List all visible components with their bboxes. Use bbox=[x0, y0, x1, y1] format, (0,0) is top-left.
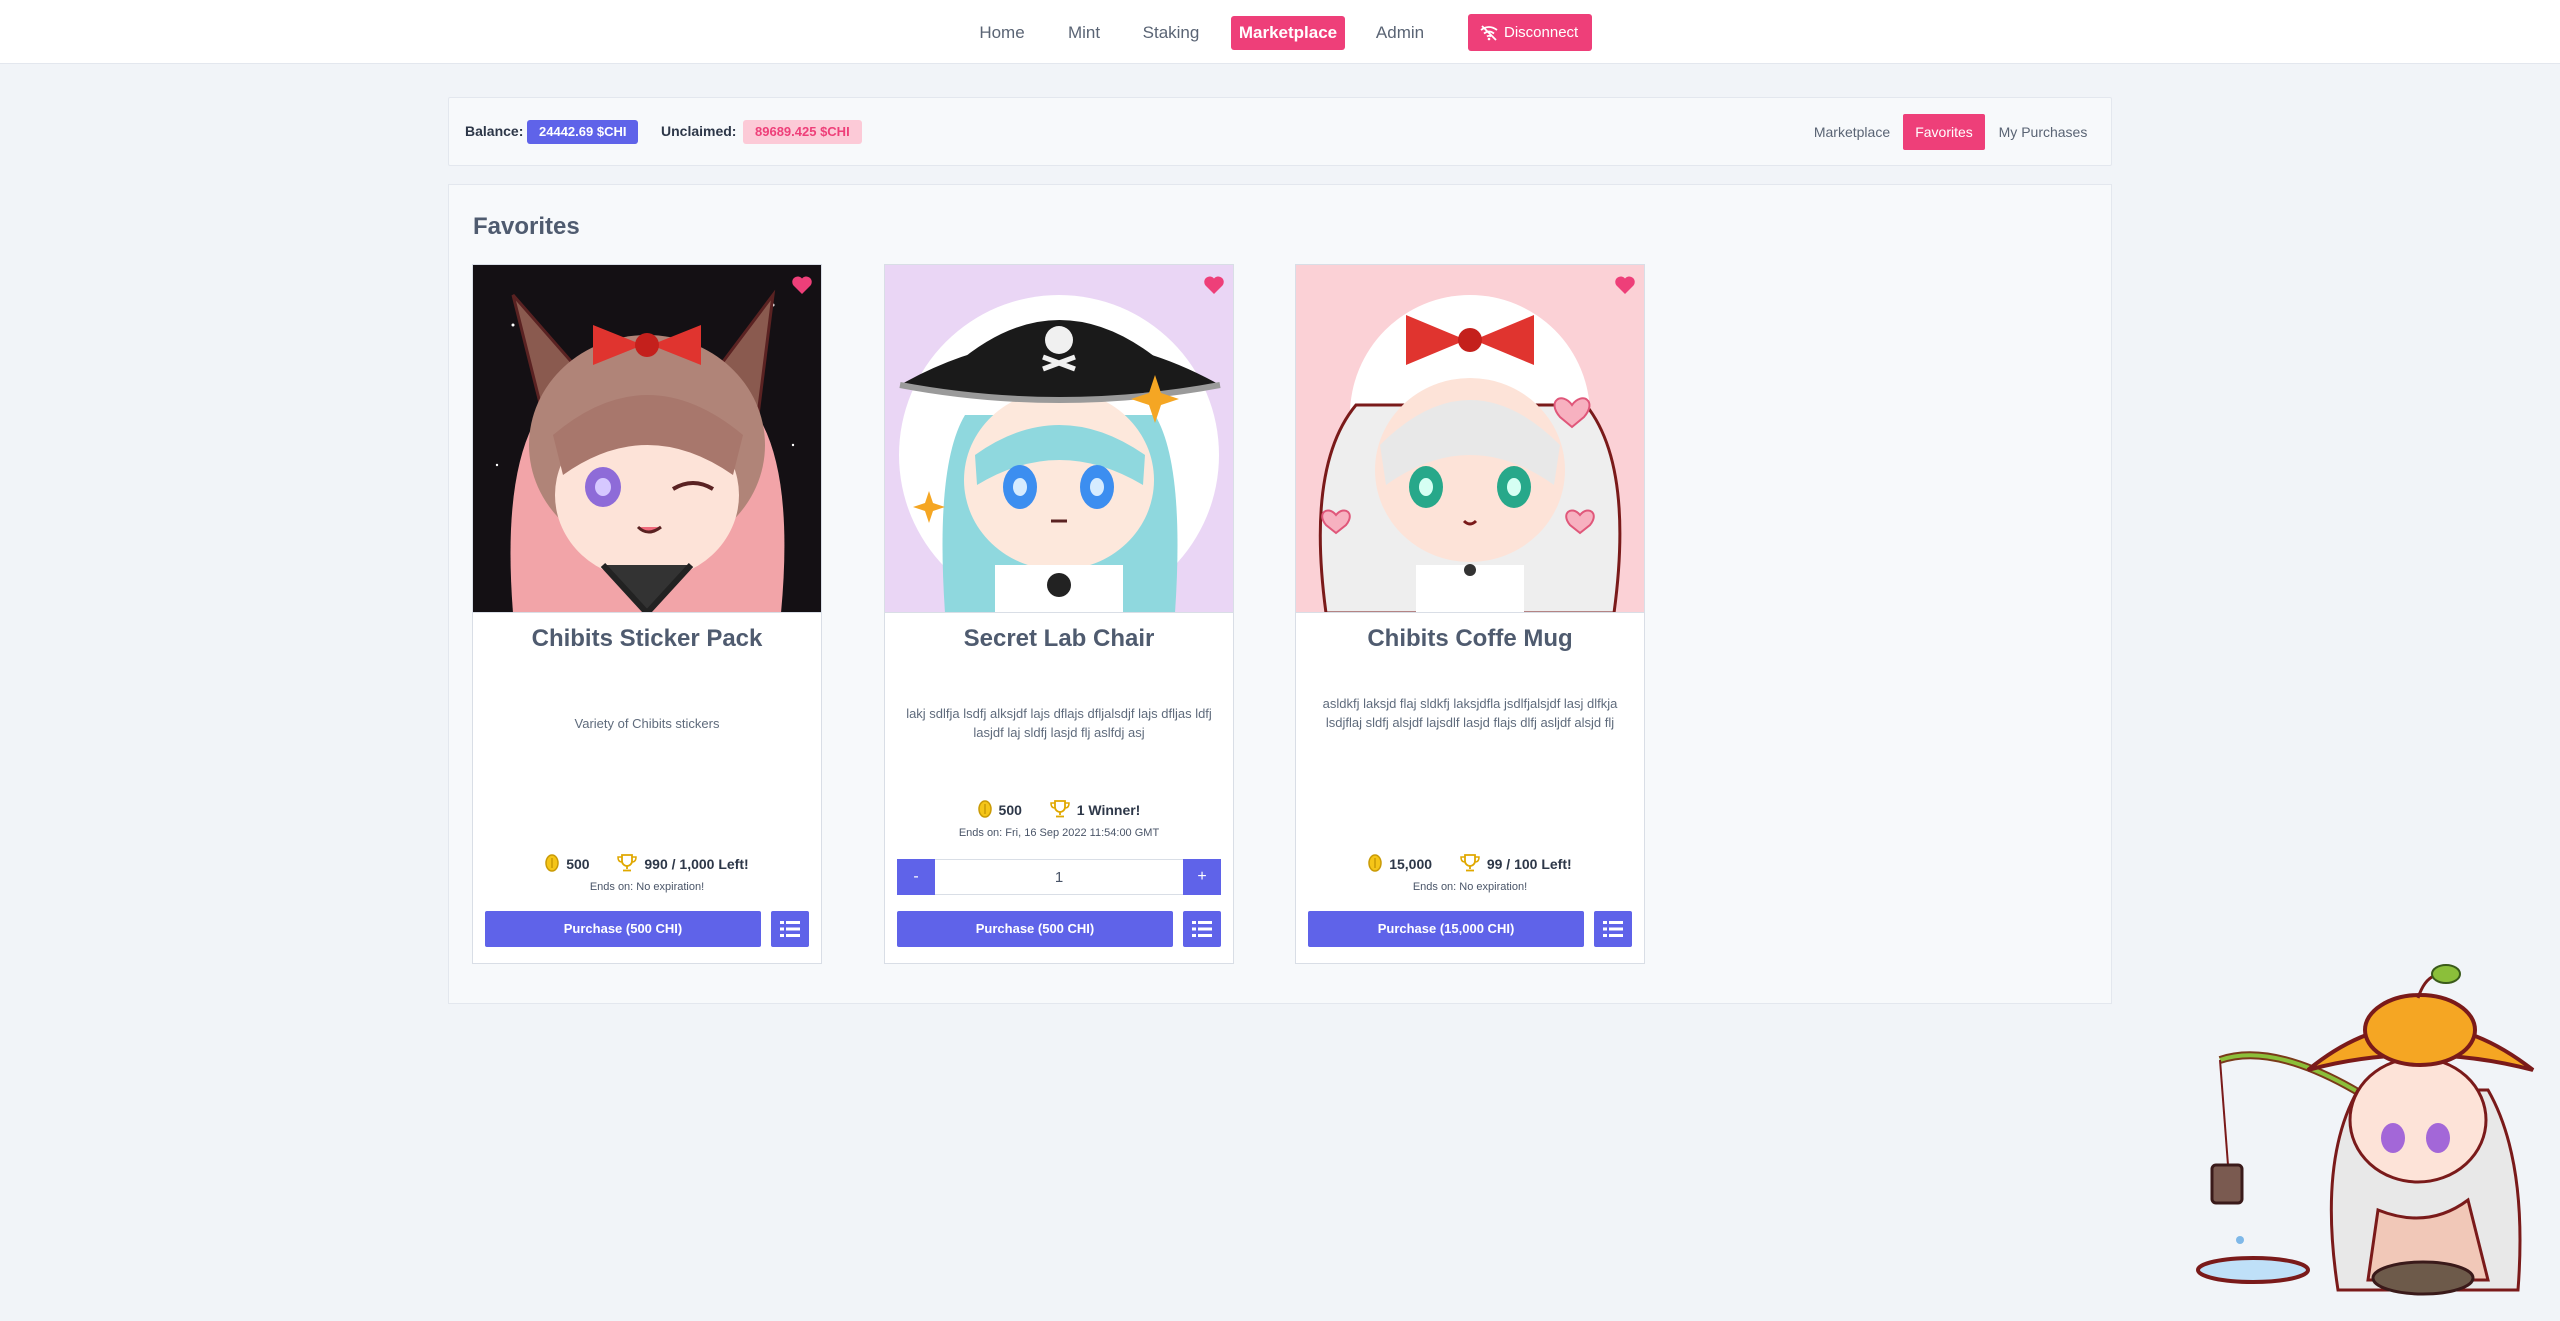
product-image bbox=[1296, 265, 1644, 613]
heart-icon[interactable] bbox=[1203, 275, 1225, 295]
subnav-my-purchases[interactable]: My Purchases bbox=[1989, 114, 2097, 150]
quantity-stepper: - + bbox=[897, 859, 1221, 895]
product-card: Secret Lab Chair lakj sdlfja lsdfj alksj… bbox=[884, 264, 1234, 964]
trophy-icon bbox=[617, 854, 638, 872]
product-description: Variety of Chibits stickers bbox=[574, 716, 720, 731]
stock-stat: 99 / 100 Left! bbox=[1460, 854, 1572, 872]
product-card: Chibits Coffe Mug asldkfj laksjd flaj sl… bbox=[1295, 264, 1645, 964]
list-icon bbox=[780, 921, 800, 937]
product-title: Chibits Coffe Mug bbox=[1367, 625, 1573, 652]
wifi-off-icon bbox=[1480, 25, 1498, 41]
nav-admin[interactable]: Admin bbox=[1366, 16, 1434, 50]
fishing-mascot-illustration bbox=[2196, 964, 2535, 1296]
nav-staking[interactable]: Staking bbox=[1132, 16, 1210, 50]
subnav-favorites[interactable]: Favorites bbox=[1903, 114, 1985, 150]
page-title: Favorites bbox=[473, 213, 580, 240]
purchase-button[interactable]: Purchase (500 CHI) bbox=[485, 911, 761, 947]
product-card: Chibits Sticker Pack Variety of Chibits … bbox=[472, 264, 822, 964]
stock-value: 1 Winner! bbox=[1076, 802, 1141, 818]
quantity-input[interactable] bbox=[936, 860, 1182, 894]
increment-button[interactable]: + bbox=[1183, 859, 1221, 895]
stock-stat: 990 / 1,000 Left! bbox=[617, 854, 749, 872]
subnav-marketplace[interactable]: Marketplace bbox=[1807, 114, 1897, 150]
purchase-button[interactable]: Purchase (15,000 CHI) bbox=[1308, 911, 1584, 947]
price-stat: 500 bbox=[545, 854, 590, 872]
coin-icon bbox=[545, 854, 560, 872]
product-stats: 500 990 / 1,000 Left! bbox=[473, 854, 821, 872]
ends-on-text: Ends on: No expiration! bbox=[589, 881, 705, 893]
nav-home[interactable]: Home bbox=[968, 16, 1036, 50]
unclaimed-value-badge: 89689.425 $CHI bbox=[743, 120, 862, 144]
product-image bbox=[473, 265, 821, 613]
balance-value-badge: 24442.69 $CHI bbox=[527, 120, 639, 144]
balance-label: Balance: bbox=[465, 123, 524, 139]
details-button[interactable] bbox=[1594, 911, 1632, 947]
stock-value: 99 / 100 Left! bbox=[1486, 856, 1572, 872]
price-stat: 15,000 bbox=[1368, 854, 1432, 872]
stock-stat: 1 Winner! bbox=[1050, 800, 1141, 818]
product-stats: 500 1 Winner! bbox=[885, 800, 1233, 818]
product-description: lakj sdlfja lsdfj alksjdf lajs dflajs df… bbox=[906, 706, 1212, 740]
details-button[interactable] bbox=[771, 911, 809, 947]
coin-icon bbox=[1368, 854, 1383, 872]
price-value: 500 bbox=[998, 802, 1022, 818]
list-icon bbox=[1603, 921, 1623, 937]
heart-icon[interactable] bbox=[1614, 275, 1636, 295]
product-stats: 15,000 99 / 100 Left! bbox=[1296, 854, 1644, 872]
nav-mint[interactable]: Mint bbox=[1058, 16, 1110, 50]
decrement-button[interactable]: - bbox=[897, 859, 935, 895]
trophy-icon bbox=[1050, 800, 1070, 818]
unclaimed-label: Unclaimed: bbox=[661, 123, 737, 139]
disconnect-button[interactable]: Disconnect bbox=[1468, 14, 1592, 51]
top-navbar: Home Mint Staking Marketplace Admin Disc… bbox=[0, 0, 2560, 64]
nav-marketplace[interactable]: Marketplace bbox=[1231, 16, 1345, 50]
purchase-button[interactable]: Purchase (500 CHI) bbox=[897, 911, 1173, 947]
product-description: asldkfj laksjd flaj sldkfj laksjdfla jsd… bbox=[1322, 696, 1618, 730]
coin-icon bbox=[977, 800, 992, 818]
disconnect-label: Disconnect bbox=[1504, 24, 1579, 41]
product-image bbox=[885, 265, 1233, 613]
balance-bar: Balance: 24442.69 $CHI Unclaimed: 89689.… bbox=[448, 97, 2112, 166]
price-value: 500 bbox=[566, 856, 590, 872]
trophy-icon bbox=[1460, 854, 1480, 872]
price-value: 15,000 bbox=[1389, 856, 1433, 872]
ends-on-text: Ends on: Fri, 16 Sep 2022 11:54:00 GMT bbox=[958, 827, 1160, 839]
product-title: Secret Lab Chair bbox=[963, 625, 1155, 652]
product-title: Chibits Sticker Pack bbox=[531, 625, 763, 652]
stock-value: 990 / 1,000 Left! bbox=[644, 856, 749, 872]
ends-on-text: Ends on: No expiration! bbox=[1412, 881, 1528, 893]
price-stat: 500 bbox=[977, 800, 1022, 818]
details-button[interactable] bbox=[1183, 911, 1221, 947]
list-icon bbox=[1192, 921, 1212, 937]
heart-icon[interactable] bbox=[791, 275, 813, 295]
